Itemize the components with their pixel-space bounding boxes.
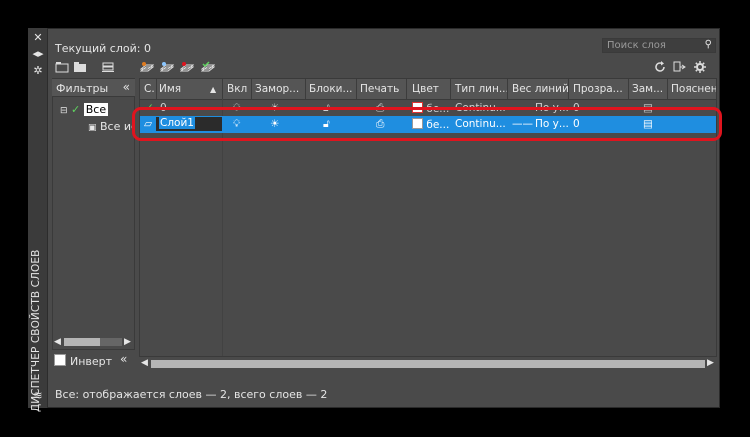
filters-header: Фильтры «: [52, 79, 135, 97]
scroll-right-icon[interactable]: ▶: [707, 358, 714, 368]
current-layer-label: Текущий слой: 0: [55, 42, 151, 55]
layer-scroll-thumb[interactable]: [151, 360, 705, 368]
highlight-outline: [132, 107, 722, 141]
col-plot[interactable]: Печать: [360, 83, 399, 95]
collapse-tree-button[interactable]: «: [120, 352, 127, 366]
new-property-filter-icon[interactable]: [55, 61, 69, 73]
col-transparency[interactable]: Прозра...: [573, 83, 623, 95]
filter-tree-root[interactable]: ⊟ ✓ Все: [60, 103, 109, 116]
col-name[interactable]: Имя: [159, 83, 181, 95]
invert-checkbox-box[interactable]: [54, 354, 66, 366]
layer-states-manager-icon[interactable]: [101, 61, 115, 73]
filter-used-layers[interactable]: Все используемые слои: [100, 120, 134, 133]
gear-icon[interactable]: [693, 61, 707, 73]
settings-icon[interactable]: [672, 61, 686, 73]
filters-scrollbar[interactable]: ◀ ▶: [52, 336, 135, 348]
col-description[interactable]: Пояснени: [671, 83, 716, 95]
close-icon[interactable]: ✕: [32, 32, 44, 44]
new-group-filter-icon[interactable]: [73, 61, 87, 73]
properties-icon[interactable]: ✲: [32, 65, 44, 77]
filter-folder-icon: ✓: [71, 103, 81, 116]
filter-all[interactable]: Все: [83, 103, 109, 116]
col-new-vp-freeze[interactable]: Зам...: [632, 83, 663, 95]
search-placeholder: Поиск слоя: [607, 40, 666, 51]
invert-label: Инверт: [70, 355, 113, 368]
refresh-icon[interactable]: [653, 61, 667, 73]
used-layers-filter-icon: ▣: [88, 123, 97, 133]
tree-collapse-icon[interactable]: ⊟: [60, 106, 68, 116]
layer-list-scrollbar[interactable]: ◀ ▶: [139, 357, 717, 371]
new-layer-vp-frozen-icon[interactable]: [160, 61, 174, 73]
search-layer-input[interactable]: Поиск слоя ⚲: [602, 38, 716, 53]
col-status[interactable]: С.: [144, 83, 155, 95]
scroll-right-icon[interactable]: ▶: [124, 337, 131, 347]
delete-layer-icon[interactable]: [180, 61, 194, 73]
col-color[interactable]: Цвет: [412, 83, 439, 95]
col-freeze[interactable]: Замор...: [255, 83, 299, 95]
auto-hide-icon[interactable]: ◂▸: [32, 48, 44, 60]
status-bar: Все: отображается слоев — 2, всего слоев…: [55, 388, 328, 401]
filters-title: Фильтры: [56, 82, 109, 95]
new-layer-icon[interactable]: [140, 61, 154, 73]
filters-scroll-thumb[interactable]: [64, 338, 100, 346]
layers-icon: ≋: [33, 389, 43, 402]
scroll-left-icon[interactable]: ◀: [141, 358, 148, 368]
col-lineweight[interactable]: Вес линий: [512, 83, 569, 95]
collapse-filters-button[interactable]: «: [123, 80, 130, 94]
filter-tree-child[interactable]: ▣ Все используемые слои: [88, 120, 134, 133]
col-on[interactable]: Вкл: [227, 83, 247, 95]
layer-list-header: С. Имя ▲ Вкл Замор... Блоки... Печать Цв…: [140, 79, 716, 100]
col-lock[interactable]: Блоки...: [309, 83, 353, 95]
invert-filter-checkbox[interactable]: Инверт: [54, 354, 112, 368]
search-icon: ⚲: [704, 39, 712, 50]
palette-title: ДИСПЕТЧЕР СВОЙСТВ СЛОЕВ: [30, 249, 42, 412]
scroll-left-icon[interactable]: ◀: [54, 337, 61, 347]
col-linetype[interactable]: Тип лин...: [455, 83, 509, 95]
set-current-icon[interactable]: [201, 61, 215, 73]
palette-title-bar[interactable]: ✕ ◂▸ ✲ ДИСПЕТЧЕР СВОЙСТВ СЛОЕВ ≋: [28, 28, 48, 412]
filters-panel: [52, 78, 135, 350]
sort-icon: ▲: [210, 85, 217, 94]
